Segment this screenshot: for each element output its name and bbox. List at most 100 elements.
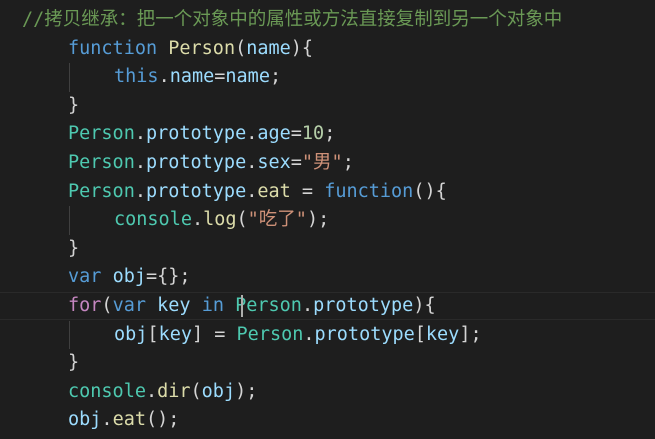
variable-token: obj: [201, 380, 236, 402]
punctuation-token: .: [134, 180, 146, 202]
variable-token: prototype: [145, 123, 247, 145]
punctuation-token: (: [190, 380, 202, 402]
punctuation-token: .: [246, 123, 258, 145]
punctuation-token: ;: [342, 152, 354, 173]
function-name-token: eat: [257, 180, 291, 202]
variable-token: prototype: [313, 295, 414, 316]
code-line[interactable]: console.dir(obj);: [0, 378, 655, 406]
comment-token: //拷贝继承：把一个对象中的属性或方法直接复制到另一个对象中: [22, 9, 563, 30]
variable-token: name: [169, 66, 215, 88]
class-name-token: Person: [236, 323, 304, 345]
code-line[interactable]: console.log("吃了");: [0, 206, 655, 234]
class-name-token: console: [114, 209, 192, 231]
punctuation-token: ];: [459, 323, 482, 345]
class-name-token: Person: [68, 152, 135, 173]
function-name-token: log: [203, 209, 237, 231]
function-name-token: eat: [112, 409, 146, 431]
variable-token: age: [257, 123, 291, 145]
number-token: 10: [301, 123, 325, 145]
punctuation-token: }: [68, 237, 80, 259]
variable-token: sex: [257, 152, 291, 173]
punctuation-token: ={};: [145, 266, 191, 288]
keyword-token: this: [114, 66, 159, 88]
punctuation-token: ] =: [191, 323, 237, 345]
punctuation-token: [: [414, 323, 426, 345]
code-line[interactable]: //拷贝继承：把一个对象中的属性或方法直接复制到另一个对象中: [0, 6, 655, 34]
code-line[interactable]: Person.prototype.sex="男";: [0, 149, 655, 177]
punctuation-token: .: [134, 123, 146, 145]
punctuation-token: .: [303, 323, 315, 345]
variable-token: prototype: [145, 180, 247, 202]
text-cursor: [241, 295, 243, 317]
punctuation-token: =: [290, 123, 302, 145]
class-name-token: Person: [68, 123, 135, 145]
code-editor[interactable]: //拷贝继承：把一个对象中的属性或方法直接复制到另一个对象中 function P…: [0, 0, 655, 439]
keyword-token: in: [201, 295, 224, 316]
punctuation-token: ;: [269, 66, 282, 88]
punctuation-token: (: [101, 295, 113, 316]
punctuation-token: =: [214, 66, 226, 88]
punctuation-token: [146, 295, 157, 316]
code-line[interactable]: }: [0, 235, 655, 263]
punctuation-token: =: [290, 152, 302, 173]
code-line[interactable]: Person.prototype.eat = function(){: [0, 178, 655, 206]
punctuation-token: .: [145, 380, 158, 402]
variable-token: key: [158, 323, 192, 345]
indent-guide: [69, 63, 70, 92]
punctuation-token: ){: [413, 295, 436, 316]
class-name-token: console: [68, 380, 146, 402]
variable-token: obj: [112, 266, 146, 288]
variable-token: key: [425, 323, 460, 345]
punctuation-token: .: [101, 409, 113, 431]
control-keyword-token: for: [68, 295, 102, 316]
code-line[interactable]: obj[key] = Person.prototype[key];: [0, 321, 655, 349]
function-name-token: dir: [157, 380, 191, 402]
string-token: "男": [301, 152, 343, 173]
code-line[interactable]: var obj={};: [0, 263, 655, 291]
variable-token: name: [225, 66, 270, 88]
punctuation-token: }: [68, 352, 80, 374]
code-line[interactable]: }: [0, 92, 655, 120]
punctuation-token: [101, 266, 112, 287]
code-line-current[interactable]: for(var key in Person.prototype){: [0, 292, 655, 320]
punctuation-token: ();: [145, 409, 180, 431]
punctuation-token: (: [235, 37, 247, 59]
keyword-token: function: [68, 37, 158, 59]
punctuation-token: [191, 295, 202, 316]
punctuation-token: =: [290, 180, 325, 202]
function-name-token: Person: [168, 37, 236, 59]
code-line[interactable]: function Person(name){: [0, 35, 655, 63]
code-line[interactable]: Person.prototype.age=10;: [0, 120, 655, 148]
punctuation-token: );: [235, 380, 258, 402]
variable-token: obj: [114, 323, 148, 345]
punctuation-token: (){: [413, 180, 447, 202]
class-name-token: Person: [235, 295, 302, 316]
punctuation-token: .: [246, 152, 258, 173]
punctuation-token: .: [134, 152, 146, 173]
punctuation-token: [224, 295, 235, 316]
variable-token: prototype: [145, 152, 247, 173]
indent-guide: [69, 206, 70, 235]
punctuation-token: .: [246, 180, 258, 202]
code-line[interactable]: }: [0, 349, 655, 377]
punctuation-token: );: [306, 209, 330, 231]
string-token: "吃了": [247, 209, 307, 231]
punctuation-token: .: [158, 66, 170, 88]
variable-token: name: [246, 37, 291, 59]
keyword-token: var: [112, 295, 146, 316]
punctuation-token: [157, 38, 168, 59]
variable-token: key: [157, 295, 191, 316]
class-name-token: Person: [68, 180, 135, 202]
indent-guide: [69, 320, 70, 350]
code-line[interactable]: obj.eat();: [0, 406, 655, 434]
punctuation-token: ;: [324, 123, 336, 145]
punctuation-token: ){: [290, 37, 314, 59]
punctuation-token: .: [191, 209, 204, 231]
variable-token: obj: [68, 409, 102, 431]
keyword-token: function: [324, 180, 414, 202]
variable-token: prototype: [314, 323, 415, 345]
punctuation-token: [: [147, 323, 159, 345]
punctuation-token: }: [68, 94, 80, 116]
code-line[interactable]: this.name=name;: [0, 63, 655, 91]
keyword-token: var: [68, 266, 102, 288]
